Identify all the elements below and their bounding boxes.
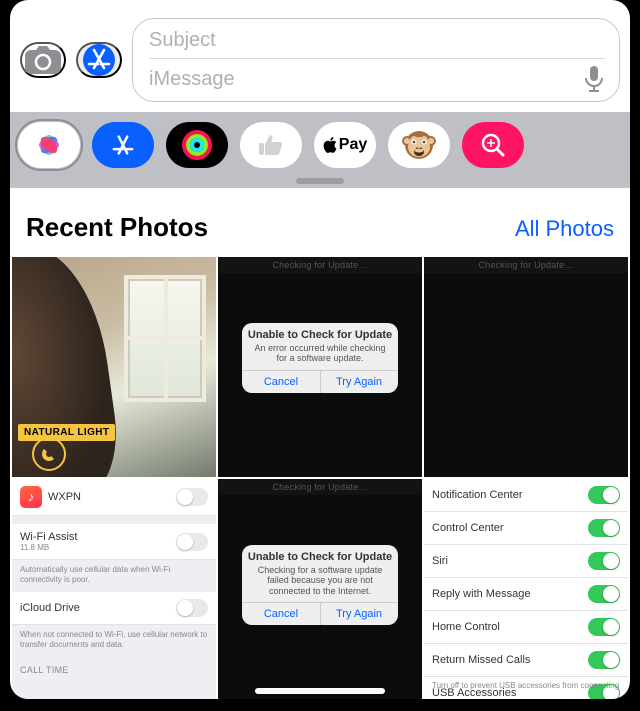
magnifier-icon <box>480 132 506 158</box>
toggle <box>176 533 208 551</box>
subject-field[interactable]: Subject <box>149 25 605 59</box>
tray-app-digital-touch[interactable] <box>240 122 302 168</box>
section-title: Recent Photos <box>26 212 208 243</box>
tray-app-photos[interactable] <box>18 122 80 168</box>
message-input[interactable]: Subject iMessage <box>132 18 620 102</box>
photo-grid: NATURAL LIGHT Checking for Update… Unabl… <box>10 257 630 699</box>
appstore-icon <box>108 130 138 160</box>
tray-app-appstore[interactable] <box>92 122 154 168</box>
apps-button[interactable] <box>76 42 122 78</box>
photo-thumb-1[interactable]: NATURAL LIGHT <box>12 257 216 477</box>
settings-row: Notification Center <box>424 479 628 512</box>
try-again-button: Try Again <box>321 603 398 625</box>
tray-app-images[interactable] <box>462 122 524 168</box>
toggle <box>588 651 620 669</box>
imessage-app-tray: Pay <box>10 112 630 188</box>
app-icon: ♪ <box>20 486 42 508</box>
monkey-animoji-icon <box>401 127 437 163</box>
photo-thumb-5[interactable]: Checking for Update… Unable to Check for… <box>218 479 422 699</box>
tray-app-activity[interactable] <box>166 122 228 168</box>
photo-thumb-6[interactable]: Notification CenterControl CenterSiriRep… <box>424 479 628 699</box>
settings-row: Control Center <box>424 512 628 545</box>
toggle <box>176 488 208 506</box>
toggle <box>176 599 208 617</box>
photo-thumb-4[interactable]: ♪ WXPN Wi-Fi Assist 11.8 MB Automaticall… <box>12 479 216 699</box>
apple-logo-icon <box>323 137 338 153</box>
camera-icon <box>24 45 62 75</box>
recent-photos-header: Recent Photos All Photos <box>10 188 630 257</box>
try-again-button: Try Again <box>321 371 398 393</box>
all-photos-link[interactable]: All Photos <box>515 216 614 242</box>
settings-row: Reply with Message <box>424 578 628 611</box>
tray-app-apple-pay[interactable]: Pay <box>314 122 376 168</box>
activity-rings-icon <box>180 128 214 162</box>
lighting-badge: NATURAL LIGHT <box>18 424 115 441</box>
settings-row: Siri <box>424 545 628 578</box>
photos-icon <box>34 130 64 160</box>
settings-row: Home Control <box>424 611 628 644</box>
apple-pay-label: Pay <box>339 136 367 154</box>
update-alert: Unable to Check for Update Checking for … <box>242 545 397 625</box>
settings-row: Return Missed Calls <box>424 644 628 677</box>
compose-row: Subject iMessage <box>10 0 630 112</box>
toggle <box>588 585 620 603</box>
cancel-button: Cancel <box>242 371 320 393</box>
photo-thumb-2[interactable]: Checking for Update… Unable to Check for… <box>218 257 422 477</box>
appstore-icon <box>81 42 117 78</box>
home-indicator[interactable] <box>255 688 385 694</box>
tray-app-animoji[interactable] <box>388 122 450 168</box>
camera-button[interactable] <box>20 42 66 78</box>
messages-app-screen: Subject iMessage <box>10 0 630 699</box>
toggle <box>588 486 620 504</box>
microphone-icon <box>583 65 605 93</box>
toggle <box>588 552 620 570</box>
imessage-field[interactable]: iMessage <box>149 68 235 91</box>
photo-thumb-3[interactable]: Checking for Update… <box>424 257 628 477</box>
toggle <box>588 519 620 537</box>
update-alert: Unable to Check for Update An error occu… <box>242 323 397 393</box>
toggle <box>588 618 620 636</box>
thumbs-up-icon <box>258 133 284 157</box>
cancel-button: Cancel <box>242 603 320 625</box>
dictate-button[interactable] <box>583 65 605 93</box>
drawer-grabber[interactable] <box>296 178 344 184</box>
